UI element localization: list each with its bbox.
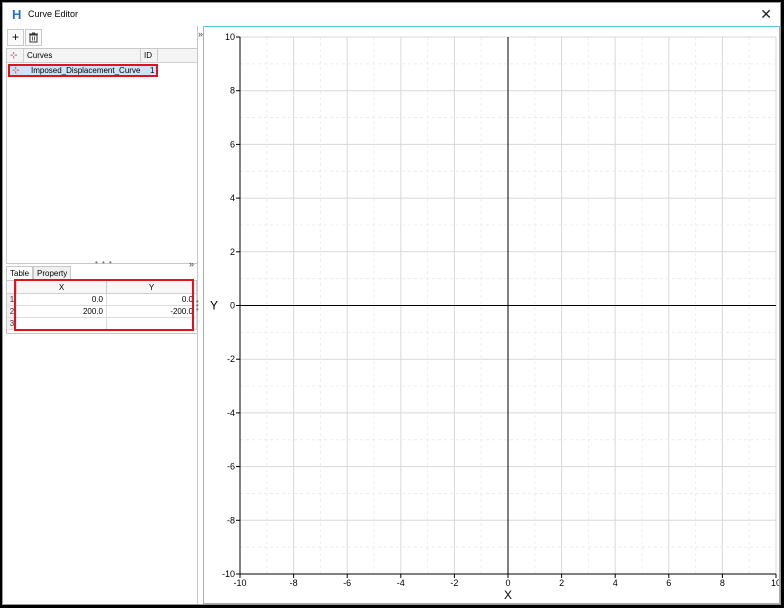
table-highlight xyxy=(14,279,194,331)
y-tick-label: -10 xyxy=(222,569,235,579)
add-curve-button[interactable]: + xyxy=(7,29,24,46)
splitter-handle[interactable]: • • • xyxy=(95,258,113,267)
trash-icon xyxy=(29,32,38,43)
window-title: Curve Editor xyxy=(28,9,79,19)
y-tick-label: 8 xyxy=(230,86,235,96)
y-axis-label: Y xyxy=(210,299,218,313)
curve-editor-window: H Curve Editor ✕ + ⊹ Curves ID ⊹ Imposed… xyxy=(2,2,781,605)
x-tick-label: -8 xyxy=(290,578,298,588)
y-tick-label: -8 xyxy=(227,515,235,525)
x-axis-label: X xyxy=(504,588,512,602)
y-tick-label: 0 xyxy=(230,301,235,311)
x-tick-label: -6 xyxy=(343,578,351,588)
x-tick-label: 6 xyxy=(666,578,671,588)
curve-name: Imposed_Displacement_Curve xyxy=(31,66,141,75)
curve-header-icon: ⊹ xyxy=(7,49,24,62)
y-tick-label: -6 xyxy=(227,462,235,472)
curves-column-header[interactable]: Curves xyxy=(24,49,141,62)
app-icon: H xyxy=(12,7,22,22)
x-tick-label: 8 xyxy=(720,578,725,588)
delete-curve-button[interactable] xyxy=(25,29,42,46)
plot-pane[interactable]: -10 -8 -6 -4 -2 0 2 4 6 8 10 10 8 6 4 2 0 -2 -4 -6 -8 -10 X Y xyxy=(203,26,780,604)
curve-id: 1 xyxy=(150,66,155,75)
x-tick-label: 0 xyxy=(505,578,510,588)
x-tick-label: -10 xyxy=(233,578,246,588)
curve-plot[interactable]: -10 -8 -6 -4 -2 0 2 4 6 8 10 10 8 6 4 2 0 -2 -4 -6 -8 -10 X Y xyxy=(204,27,779,603)
tree-row[interactable]: ⊹ Imposed_Displacement_Curve 1 xyxy=(8,64,158,77)
left-pane: + ⊹ Curves ID ⊹ Imposed_Displacement_Cur… xyxy=(3,26,203,604)
curves-tree: ⊹ Curves ID ⊹ Imposed_Displacement_Curve… xyxy=(6,48,198,264)
close-button[interactable]: ✕ xyxy=(760,6,772,22)
id-column-header[interactable]: ID xyxy=(141,49,158,62)
y-tick-label: 6 xyxy=(230,139,235,149)
y-tick-label: 2 xyxy=(230,247,235,257)
curve-icon: ⊹ xyxy=(12,65,20,75)
tree-header: ⊹ Curves ID xyxy=(7,49,197,63)
y-tick-label: 10 xyxy=(225,32,235,42)
x-tick-label: -4 xyxy=(397,578,405,588)
x-tick-label: -2 xyxy=(450,578,458,588)
x-tick-label: 2 xyxy=(559,578,564,588)
x-tick-label: 10 xyxy=(771,578,779,588)
title-bar: H Curve Editor ✕ xyxy=(3,3,780,26)
vertical-splitter-handle[interactable]: • • • xyxy=(196,298,199,314)
x-tick-label: 4 xyxy=(613,578,618,588)
y-tick-label: 4 xyxy=(230,193,235,203)
collapse-down-icon[interactable]: » xyxy=(189,259,194,269)
y-tick-label: -4 xyxy=(227,408,235,418)
y-tick-label: -2 xyxy=(227,354,235,364)
